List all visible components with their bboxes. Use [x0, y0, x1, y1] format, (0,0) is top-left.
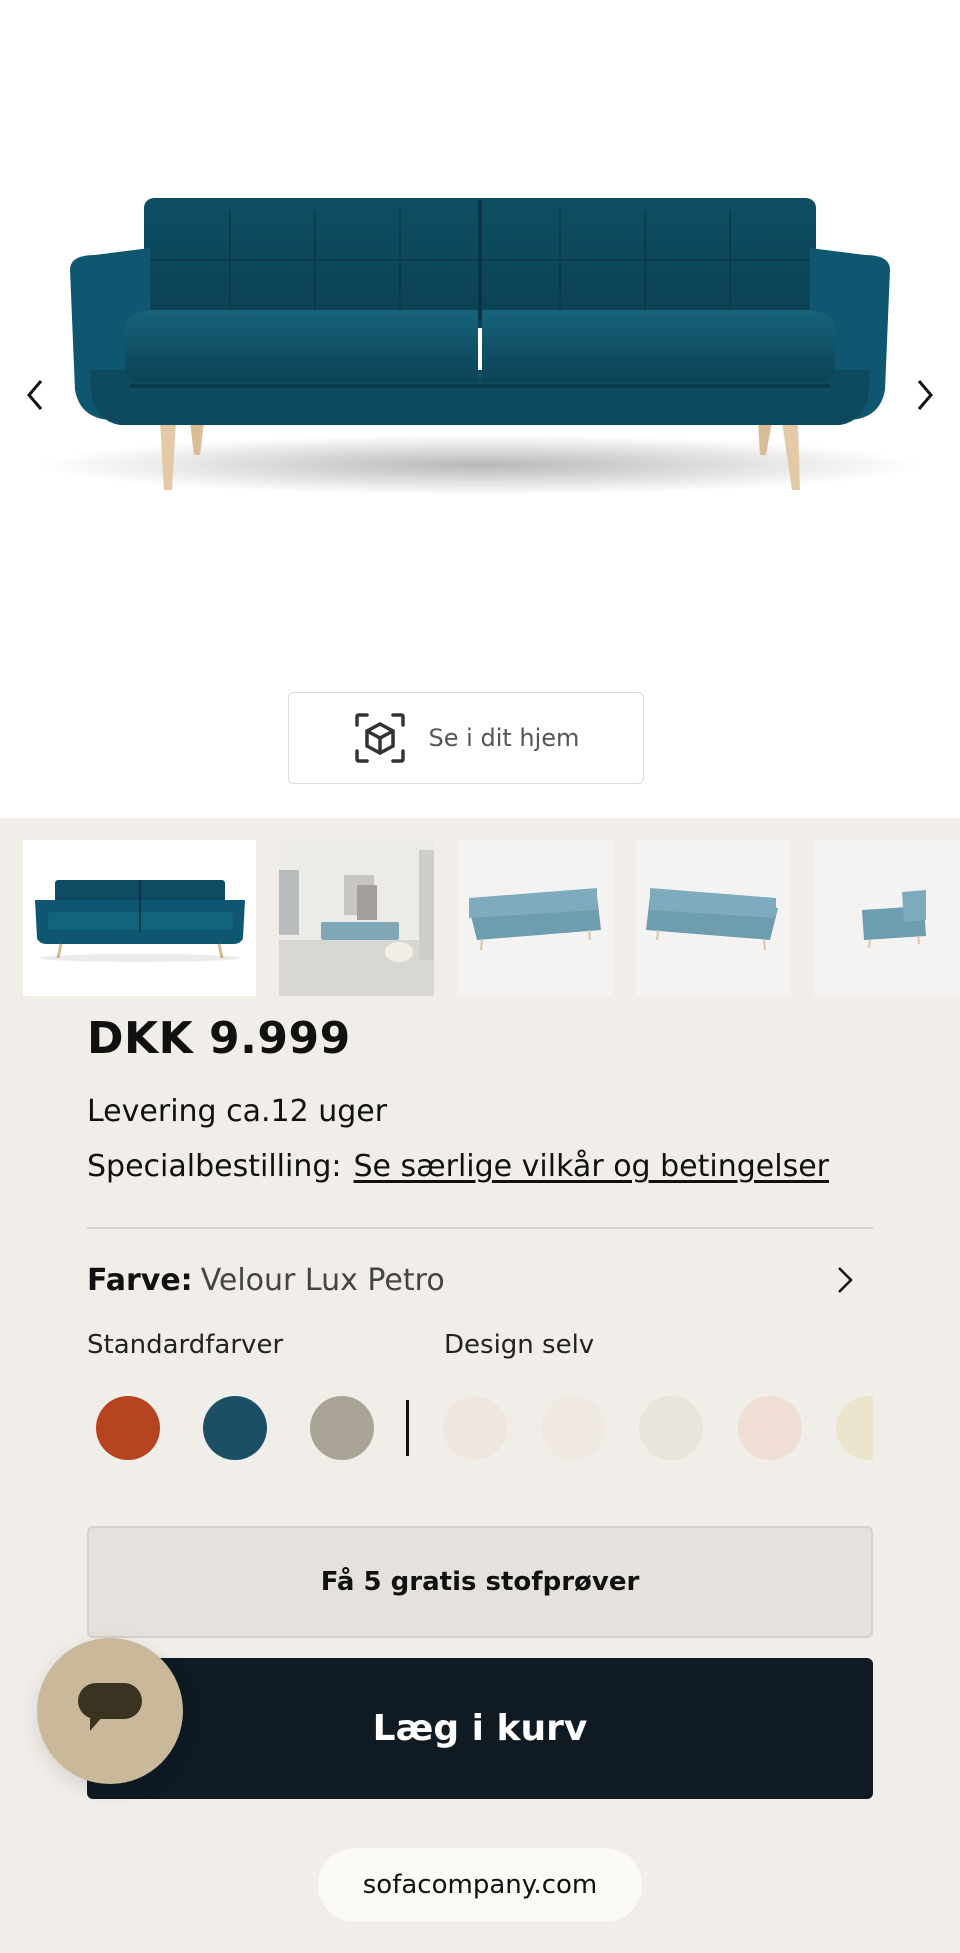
chat-bubble-icon	[78, 1683, 142, 1731]
swatch-design-3[interactable]	[639, 1396, 703, 1460]
thumbnail-armchair-view[interactable]	[814, 840, 960, 996]
thumbnail-strip[interactable]	[0, 840, 960, 996]
ar-cube-icon	[354, 713, 405, 763]
next-image-button[interactable]	[900, 370, 950, 420]
thumbnail-angle-right-image	[646, 888, 778, 951]
special-order-info: Specialbestilling: Se særlige vilkår og …	[87, 1149, 829, 1184]
chevron-right-icon	[838, 1267, 853, 1293]
delivery-time: Levering ca.12 uger	[87, 1094, 388, 1129]
swatch-separator	[406, 1400, 409, 1456]
chevron-left-icon	[27, 380, 43, 410]
add-to-cart-button[interactable]: Læg i kurv	[87, 1658, 873, 1799]
site-url: sofacompany.com	[318, 1848, 642, 1922]
selected-color-value: Velour Lux Petro	[200, 1262, 445, 1298]
free-fabric-samples-button[interactable]: Få 5 gratis stofprøver	[87, 1526, 873, 1638]
product-price: DKK 9.999	[87, 1013, 351, 1064]
thumbnail-front-view[interactable]	[23, 840, 256, 996]
swatch-design-1[interactable]	[443, 1396, 507, 1460]
swatch-design-2[interactable]	[541, 1396, 605, 1460]
swatch-standard-1[interactable]	[96, 1396, 160, 1460]
color-selector[interactable]: Farve: Velour Lux Petro	[87, 1258, 873, 1302]
swatch-design-5[interactable]	[836, 1396, 873, 1460]
thumbnail-room-image	[279, 840, 434, 996]
view-in-your-home-label: Se i dit hjem	[428, 724, 580, 752]
swatch-design-4[interactable]	[738, 1396, 802, 1460]
special-terms-link[interactable]: Se særlige vilkår og betingelser	[354, 1149, 830, 1184]
thumbnail-room-view[interactable]	[279, 840, 434, 996]
thumbnail-sofa-image	[35, 880, 245, 962]
thumbnail-angle-left-view[interactable]	[457, 840, 613, 996]
design-yourself-label: Design selv	[444, 1330, 595, 1360]
swatch-standard-2[interactable]	[203, 1396, 267, 1460]
swatch-standard-3[interactable]	[310, 1396, 374, 1460]
thumbnail-angle-right-view[interactable]	[636, 840, 791, 996]
thumbnail-armchair-image	[862, 890, 926, 949]
sofa-image	[40, 198, 920, 495]
divider	[87, 1227, 873, 1229]
view-in-your-home-button[interactable]: Se i dit hjem	[288, 692, 644, 784]
color-label: Farve:	[87, 1262, 193, 1298]
special-order-label: Specialbestilling:	[87, 1149, 342, 1184]
standard-colors-label: Standardfarver	[87, 1330, 284, 1360]
product-image-gallery[interactable]: Se i dit hjem	[0, 0, 960, 818]
swatch-design-5-clip	[836, 1396, 873, 1460]
previous-image-button[interactable]	[10, 370, 60, 420]
chevron-right-icon	[917, 380, 933, 410]
thumbnail-angle-left-image	[469, 888, 601, 951]
chat-button[interactable]	[37, 1638, 183, 1784]
